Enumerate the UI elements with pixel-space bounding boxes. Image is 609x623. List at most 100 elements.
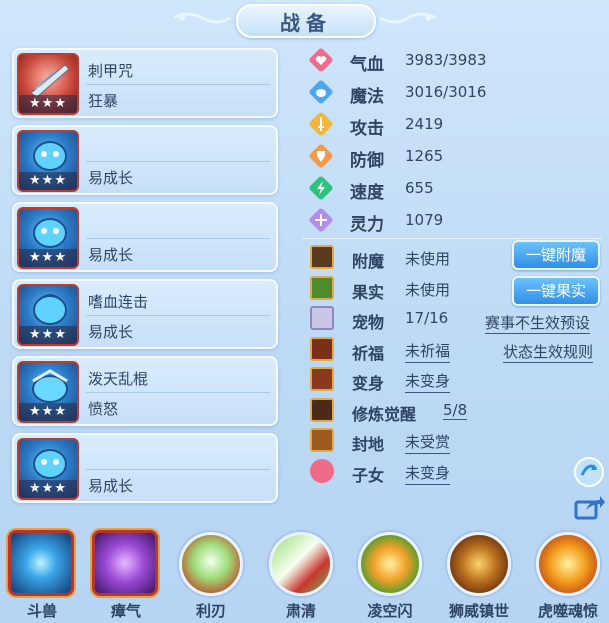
stat-label: 灵力 xyxy=(350,215,384,235)
skill-slot[interactable]: 斗兽 xyxy=(6,530,78,622)
skill-name: 瘴气 xyxy=(110,602,141,620)
pet-slot-icon xyxy=(310,306,334,330)
status-value[interactable]: 未祈福 xyxy=(405,340,451,363)
pet-divider xyxy=(86,469,270,470)
pet-divider xyxy=(86,238,270,239)
pet-stars: ★★★ xyxy=(19,249,77,267)
page-title-text: 战备 xyxy=(280,10,332,35)
purge-skill-icon xyxy=(269,532,333,596)
pet-list: ★★★ 刺甲咒 狂暴 ★★★ 易成长 ★★★ 易成长 ★★★ 嗜血连击 易成长 xyxy=(12,48,278,510)
pet-card[interactable]: ★★★ 易成长 xyxy=(12,433,278,503)
status-fief: 封地 未受赏 xyxy=(308,425,608,456)
pet-trait: 愤怒 xyxy=(88,400,119,418)
status-label: 附魔 xyxy=(352,252,385,271)
pet-trait: 易成长 xyxy=(88,246,134,264)
skill-slot[interactable]: 瘴气 xyxy=(90,530,162,622)
skill-slot[interactable]: 虎噬魂惊 xyxy=(532,530,604,622)
lion-skill-icon xyxy=(447,532,511,596)
lightning-icon xyxy=(309,176,333,200)
skill-name: 利刃 xyxy=(195,602,226,620)
pet-trait: 易成长 xyxy=(88,477,134,495)
status-transform: 变身 未变身 xyxy=(308,364,608,395)
miasma-skill-icon xyxy=(92,530,158,596)
share-icon[interactable] xyxy=(572,490,606,524)
skill-name: 狮威镇世 xyxy=(448,602,509,620)
stat-attack: 攻击 2419 xyxy=(308,108,518,140)
pet-skill: 嗜血连击 xyxy=(88,293,149,311)
pet-skill: 泼天乱棍 xyxy=(88,370,149,388)
stat-label: 防御 xyxy=(350,151,384,171)
refresh-icon[interactable] xyxy=(572,455,606,489)
status-label: 果实 xyxy=(352,282,385,302)
status-label: 封地 xyxy=(352,435,385,454)
pet-stars: ★★★ xyxy=(19,480,77,498)
child-icon xyxy=(310,458,334,483)
divider xyxy=(302,238,602,239)
status-cultivation: 修炼觉醒 5/8 xyxy=(308,395,608,426)
stat-hp: 气血 3983/3983 xyxy=(308,44,518,76)
pet-card[interactable]: ★★★ 刺甲咒 狂暴 xyxy=(12,48,278,118)
mana-icon xyxy=(309,80,333,104)
status-label: 修炼觉醒 xyxy=(352,404,417,424)
attribute-panel: 气血 3983/3983 魔法 3016/3016 攻击 2419 防御 126… xyxy=(308,44,518,236)
skill-name: 凌空闪 xyxy=(367,602,413,620)
stat-spirit: 灵力 1079 xyxy=(308,204,518,236)
pet-icon: ★★★ xyxy=(17,361,79,423)
skill-name: 虎噬魂惊 xyxy=(537,602,598,620)
status-child: 子女 未变身 xyxy=(308,456,608,487)
stat-label: 攻击 xyxy=(350,119,384,139)
status-value: 未使用 xyxy=(405,250,451,268)
status-label: 宠物 xyxy=(352,313,385,332)
cultivation-icon xyxy=(310,397,334,422)
fruit-icon xyxy=(310,275,334,300)
stat-value: 3016/3016 xyxy=(405,83,487,101)
stat-label: 魔法 xyxy=(350,87,384,107)
pet-icon: ★★★ xyxy=(17,438,79,500)
blade-skill-icon xyxy=(179,532,243,596)
pet-stars: ★★★ xyxy=(19,403,77,421)
status-value[interactable]: 未受赏 xyxy=(405,431,451,454)
status-value[interactable]: 未变身 xyxy=(405,462,451,485)
spirit-icon xyxy=(309,208,333,232)
title-ornament-left-icon xyxy=(173,12,231,24)
status-label: 祈福 xyxy=(352,343,385,363)
stat-label: 气血 xyxy=(350,55,384,75)
skill-name: 斗兽 xyxy=(26,602,57,620)
stat-value: 3983/3983 xyxy=(405,51,487,69)
pet-card[interactable]: ★★★ 易成长 xyxy=(12,202,278,272)
pet-card[interactable]: ★★★ 易成长 xyxy=(12,125,278,195)
sword-icon xyxy=(309,112,333,136)
stat-value: 2419 xyxy=(405,115,444,133)
pet-trait: 易成长 xyxy=(88,323,134,341)
status-rules-link[interactable]: 状态生效规则 xyxy=(503,341,594,363)
pet-card[interactable]: ★★★ 嗜血连击 易成长 xyxy=(12,279,278,349)
skill-slot[interactable]: 狮威镇世 xyxy=(443,530,515,622)
one-click-fruit-button[interactable]: 一键果实 xyxy=(512,276,600,306)
stat-mp: 魔法 3016/3016 xyxy=(308,76,518,108)
skill-slot[interactable]: 肃清 xyxy=(265,530,337,622)
status-value[interactable]: 5/8 xyxy=(443,401,468,420)
fief-icon xyxy=(310,428,334,452)
skill-slot[interactable]: 利刃 xyxy=(175,530,247,622)
transform-icon xyxy=(310,367,334,391)
pet-skill: 刺甲咒 xyxy=(88,62,134,80)
pet-stars: ★★★ xyxy=(19,172,77,190)
tiger-skill-icon xyxy=(536,532,600,596)
skill-slot[interactable]: 凌空闪 xyxy=(354,530,426,622)
pet-card[interactable]: ★★★ 泼天乱棍 愤怒 xyxy=(12,356,278,426)
event-preset-link[interactable]: 赛事不生效预设 xyxy=(485,312,591,334)
stat-value: 1265 xyxy=(405,147,444,165)
pet-divider xyxy=(86,84,270,85)
one-click-enchant-button[interactable]: 一键附魔 xyxy=(512,240,600,270)
dash-skill-icon xyxy=(358,532,422,596)
weapon-icon: ★★★ xyxy=(17,53,79,115)
status-value: 未使用 xyxy=(405,280,451,299)
status-value[interactable]: 未变身 xyxy=(405,370,451,393)
stat-defense: 防御 1265 xyxy=(308,140,518,172)
stat-value: 655 xyxy=(405,179,434,197)
pet-stars: ★★★ xyxy=(19,326,77,344)
pet-trait: 狂暴 xyxy=(88,92,119,110)
stat-speed: 速度 655 xyxy=(308,172,518,204)
enchant-icon xyxy=(310,245,334,269)
beast-skill-icon xyxy=(8,530,74,596)
